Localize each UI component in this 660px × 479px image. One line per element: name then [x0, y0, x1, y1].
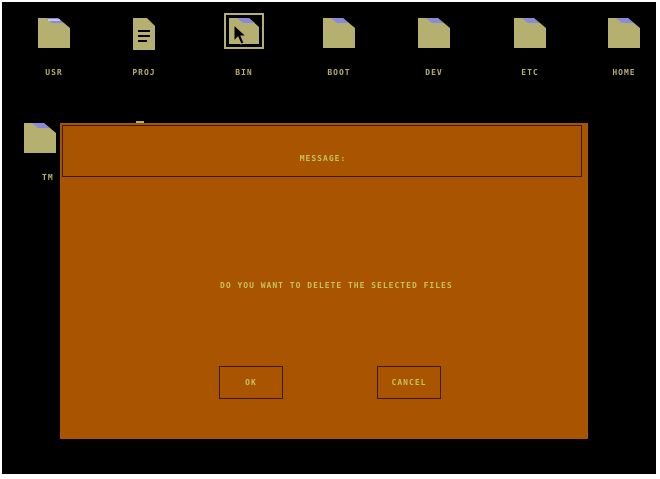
document-icon — [133, 18, 155, 50]
desktop: USR PROJ BIN BOOT DEV ETC HOME TM MESSAG… — [2, 2, 656, 474]
dialog-header: MESSAGE: — [62, 125, 582, 177]
desktop-icon-boot[interactable]: BOOT — [307, 8, 371, 88]
folder-icon — [323, 18, 355, 48]
folder-icon — [514, 18, 546, 48]
message-dialog: MESSAGE: DO YOU WANT TO DELETE THE SELEC… — [60, 123, 588, 439]
desktop-icon-dev[interactable]: DEV — [402, 8, 466, 88]
cancel-button[interactable]: CANCEL — [377, 366, 441, 399]
desktop-icon-label: DEV — [425, 68, 443, 77]
folder-icon — [24, 123, 56, 153]
folder-icon — [608, 18, 640, 48]
folder-icon — [418, 18, 450, 48]
dialog-title: MESSAGE: — [299, 154, 347, 163]
desktop-icon-label: HOME — [612, 68, 636, 77]
desktop-icon-label: BOOT — [327, 68, 351, 77]
folder-icon — [38, 18, 70, 48]
desktop-icon-label: PROJ — [132, 68, 156, 77]
desktop-icon-usr[interactable]: USR — [22, 8, 86, 88]
folder-icon — [224, 13, 264, 49]
desktop-icon-etc[interactable]: ETC — [498, 8, 562, 88]
ok-button[interactable]: OK — [219, 366, 283, 399]
desktop-icon-label: ETC — [521, 68, 539, 77]
dialog-message: DO YOU WANT TO DELETE THE SELECTED FILES — [220, 281, 453, 290]
desktop-icon-home[interactable]: HOME — [592, 8, 656, 88]
desktop-icon-label: BIN — [235, 68, 253, 77]
desktop-icon-label: USR — [45, 68, 63, 77]
desktop-icon-bin[interactable]: BIN — [212, 8, 276, 88]
desktop-icon-proj[interactable]: PROJ — [112, 8, 176, 88]
